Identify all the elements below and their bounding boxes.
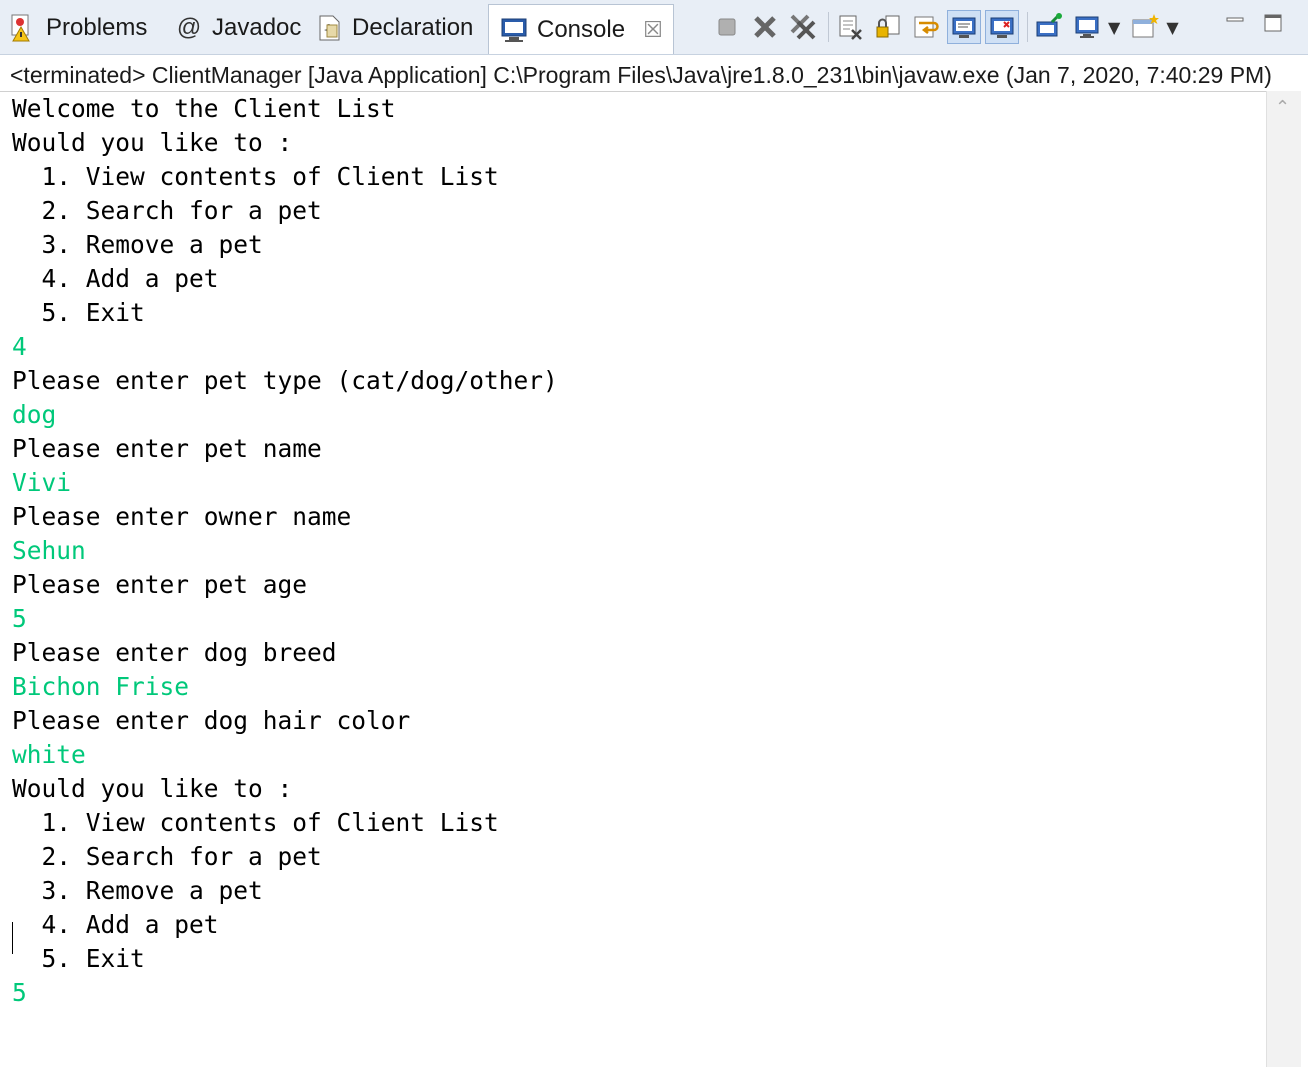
console-output-line: 5. Exit bbox=[12, 944, 145, 973]
console-icon bbox=[499, 15, 529, 45]
chevron-down-icon[interactable]: ▼ bbox=[1108, 18, 1120, 37]
toolbar-separator bbox=[1027, 12, 1028, 42]
remove-all-terminated-icon[interactable] bbox=[786, 10, 820, 44]
chevron-up-icon[interactable]: ⌃ bbox=[1275, 97, 1290, 118]
show-console-on-stdout-icon[interactable] bbox=[947, 10, 981, 44]
declaration-icon: { bbox=[314, 13, 344, 43]
console-output-line: 5. Exit bbox=[12, 298, 145, 327]
word-wrap-icon[interactable] bbox=[909, 10, 943, 44]
console-output-line: Please enter pet age bbox=[12, 570, 308, 599]
tab-label: Console bbox=[537, 15, 626, 43]
text-caret bbox=[12, 922, 13, 954]
tab-label: Problems bbox=[46, 14, 148, 41]
toolbar-separator bbox=[828, 12, 829, 42]
view-window-controls bbox=[1224, 12, 1284, 38]
console-output-line: 3. Remove a pet bbox=[12, 230, 263, 259]
view-tab-bar: Problems @ Javadoc { Declaration Console… bbox=[0, 0, 1308, 55]
display-selected-console-icon[interactable] bbox=[1070, 10, 1104, 44]
console-output-line: 2. Search for a pet bbox=[12, 196, 322, 225]
remove-launch-icon[interactable] bbox=[748, 10, 782, 44]
chevron-down-icon[interactable]: ▼ bbox=[1166, 18, 1178, 37]
console-toolbar: ▼ ▼ bbox=[710, 8, 1187, 46]
console-input-line: 5 bbox=[12, 604, 27, 633]
tab-console[interactable]: Console ☒ bbox=[488, 4, 674, 54]
minimize-icon[interactable] bbox=[1224, 12, 1246, 38]
tab-declaration[interactable]: { Declaration bbox=[314, 4, 473, 52]
clear-console-icon[interactable] bbox=[833, 10, 867, 44]
close-icon[interactable]: ☒ bbox=[643, 17, 663, 43]
console-output[interactable]: Welcome to the Client List Would you like… bbox=[0, 91, 1266, 1068]
tab-problems[interactable]: Problems bbox=[8, 4, 147, 52]
console-output-line: Please enter owner name bbox=[12, 502, 352, 531]
problems-icon bbox=[8, 13, 38, 43]
vertical-scrollbar[interactable]: ⌃ bbox=[1266, 91, 1301, 1067]
maximize-icon[interactable] bbox=[1262, 12, 1284, 38]
console-output-line: 3. Remove a pet bbox=[12, 876, 263, 905]
console-input-line: Sehun bbox=[12, 536, 86, 565]
console-output-line: Would you like to : bbox=[12, 128, 293, 157]
console-output-line: Please enter pet type (cat/dog/other) bbox=[12, 366, 558, 395]
tab-javadoc[interactable]: @ Javadoc bbox=[174, 4, 302, 52]
tab-label: Declaration bbox=[352, 14, 474, 41]
tab-label: Javadoc bbox=[212, 14, 302, 41]
console-output-line: 4. Add a pet bbox=[12, 264, 219, 293]
console-input-line: dog bbox=[12, 400, 57, 429]
console-output-line: Welcome to the Client List bbox=[12, 94, 396, 123]
console-output-line: Please enter dog hair color bbox=[12, 706, 411, 735]
console-output-line: 1. View contents of Client List bbox=[12, 808, 499, 837]
console-output-line: 4. Add a pet bbox=[12, 910, 219, 939]
process-description: <terminated> ClientManager [Java Applica… bbox=[10, 62, 1272, 88]
terminate-icon[interactable] bbox=[710, 10, 744, 44]
console-output-line: Would you like to : bbox=[12, 774, 293, 803]
console-output-line: 1. View contents of Client List bbox=[12, 162, 499, 191]
console-output-line: 2. Search for a pet bbox=[12, 842, 322, 871]
console-input-line: Vivi bbox=[12, 468, 72, 497]
open-console-icon[interactable] bbox=[1128, 10, 1162, 44]
show-console-on-stderr-icon[interactable] bbox=[985, 10, 1019, 44]
scroll-lock-icon[interactable] bbox=[871, 10, 905, 44]
javadoc-icon: @ bbox=[176, 14, 202, 41]
console-input-line: Bichon Frise bbox=[12, 672, 190, 701]
console-output-line: Please enter dog breed bbox=[12, 638, 337, 667]
console-input-line: 5 bbox=[12, 978, 27, 1007]
console-input-line: 4 bbox=[12, 332, 27, 361]
console-output-line: Please enter pet name bbox=[12, 434, 322, 463]
pin-console-icon[interactable] bbox=[1032, 10, 1066, 44]
console-input-line: white bbox=[12, 740, 86, 769]
